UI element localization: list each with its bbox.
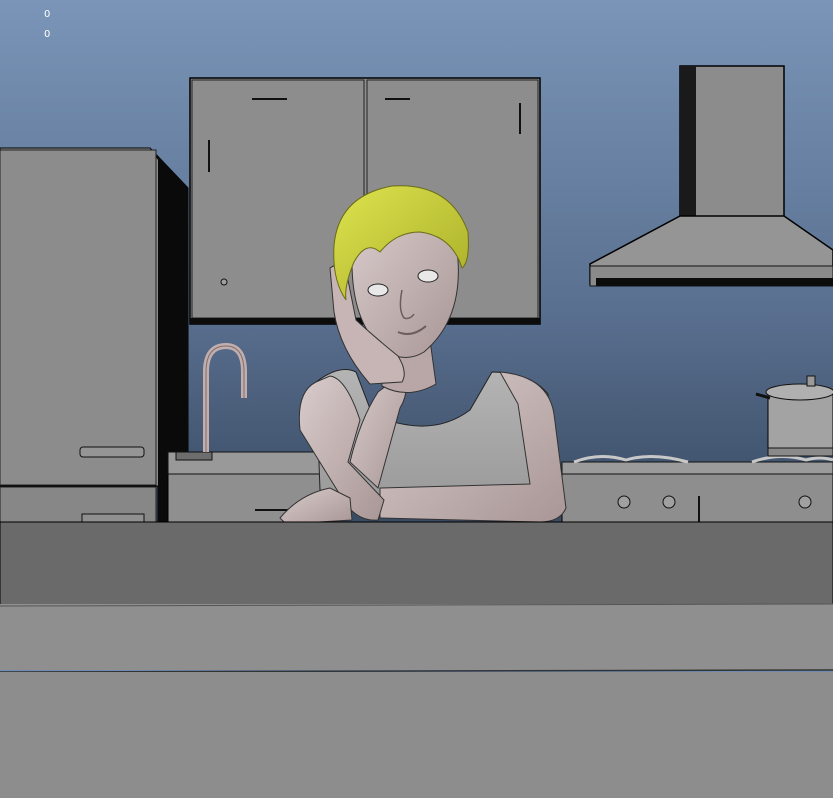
maya-viewport[interactable]: 0 0 bbox=[0, 0, 833, 798]
scene-render bbox=[0, 0, 833, 798]
foreground-counter-model bbox=[0, 521, 833, 798]
fridge-model bbox=[0, 147, 189, 523]
hud-readout-1: 0 bbox=[44, 9, 51, 20]
stove-counter-model bbox=[561, 455, 833, 523]
hud-readout-2: 0 bbox=[44, 29, 51, 40]
